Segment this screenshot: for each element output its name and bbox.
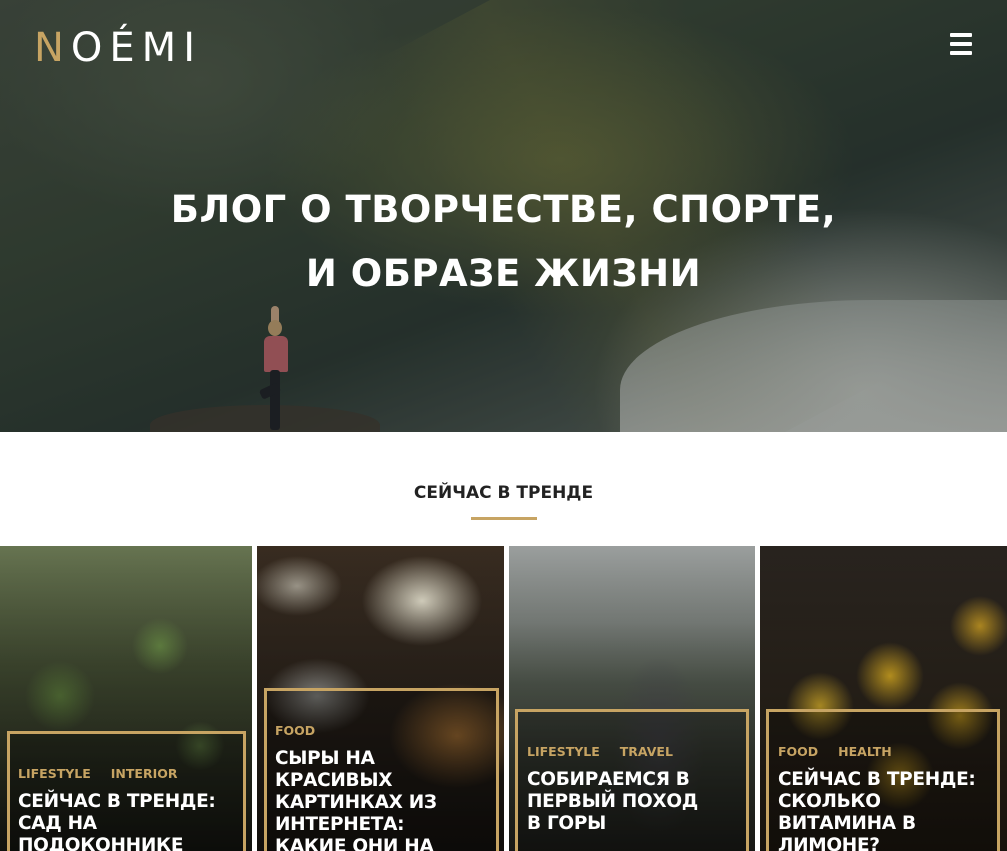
card-categories: LIFESTYLE INTERIOR (18, 766, 198, 781)
category-tag[interactable]: HEALTH (838, 744, 892, 759)
hero-title-line-2: И ОБРАЗЕ ЖИЗНИ (305, 252, 702, 295)
hero-title: БЛОГ О ТВОРЧЕСТВЕ, СПОРТЕ, И ОБРАЗЕ ЖИЗН… (0, 178, 1007, 306)
card-categories: FOOD HEALTH (778, 744, 912, 759)
trending-card-cheese[interactable]: FOOD СЫРЫ НА КРАСИВЫХ КАРТИНКАХ ИЗ ИНТЕР… (257, 546, 504, 851)
category-tag[interactable]: FOOD (778, 744, 818, 759)
category-tag[interactable]: LIFESTYLE (18, 766, 91, 781)
hero-banner: NOÉMI БЛОГ О ТВОРЧЕСТВЕ, СПОРТЕ, И ОБРАЗ… (0, 0, 1007, 432)
card-categories: LIFESTYLE TRAVEL (527, 744, 693, 759)
category-tag[interactable]: LIFESTYLE (527, 744, 600, 759)
logo-text: OÉMI (70, 25, 202, 71)
card-title[interactable]: СОБИРАЕМСЯ В ПЕРВЫЙ ПОХОД В ГОРЫ (527, 769, 707, 835)
card-title[interactable]: СЫРЫ НА КРАСИВЫХ КАРТИНКАХ ИЗ ИНТЕРНЕТА:… (275, 748, 475, 851)
category-tag[interactable]: INTERIOR (111, 766, 178, 781)
hero-title-line-1: БЛОГ О ТВОРЧЕСТВЕ, СПОРТЕ, (170, 188, 837, 231)
section-title-underline (471, 517, 537, 520)
card-title[interactable]: СЕЙЧАС В ТРЕНДЕ: САД НА ПОДОКОННИКЕ (18, 791, 238, 851)
category-tag[interactable]: FOOD (275, 723, 315, 738)
category-tag[interactable]: TRAVEL (620, 744, 673, 759)
trending-card-garden[interactable]: LIFESTYLE INTERIOR СЕЙЧАС В ТРЕНДЕ: САД Н… (0, 546, 252, 851)
trending-card-lemon[interactable]: FOOD HEALTH СЕЙЧАС В ТРЕНДЕ: СКОЛЬКО ВИТА… (760, 546, 1007, 851)
site-logo[interactable]: NOÉMI (34, 28, 202, 68)
trending-card-hike[interactable]: LIFESTYLE TRAVEL СОБИРАЕМСЯ В ПЕРВЫЙ ПОХО… (509, 546, 755, 851)
card-categories: FOOD (275, 723, 335, 738)
card-title[interactable]: СЕЙЧАС В ТРЕНДЕ: СКОЛЬКО ВИТАМИНА В ЛИМО… (778, 769, 993, 851)
hamburger-menu-icon[interactable] (950, 33, 972, 57)
logo-letter-accent: N (34, 25, 71, 71)
trending-section-title: СЕЙЧАС В ТРЕНДЕ (413, 483, 594, 503)
